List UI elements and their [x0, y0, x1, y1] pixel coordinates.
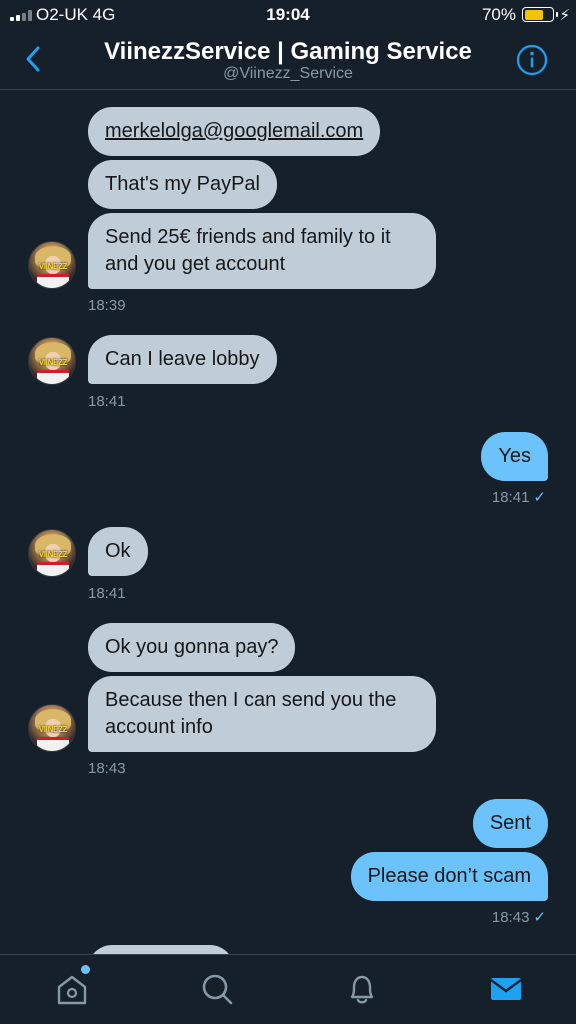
tab-home[interactable]	[52, 965, 92, 1009]
avatar-label: VIINEZZ	[38, 358, 68, 367]
tab-search[interactable]	[197, 969, 237, 1009]
email-link[interactable]: merkelolga@googlemail.com	[105, 120, 363, 142]
avatar-label: VIINEZZ	[38, 725, 68, 734]
conversation-title[interactable]: ViinezzService | Gaming Service	[0, 38, 576, 66]
message-bubble-outgoing[interactable]: Please don’t scam	[350, 852, 548, 901]
message-bubble-incoming[interactable]: Can I leave lobby	[88, 335, 277, 384]
avatar-label: VIINEZZ	[38, 550, 68, 559]
message-timestamp: 18:43	[88, 760, 126, 777]
read-check-icon: ✓	[533, 489, 546, 506]
message-bubble-incoming[interactable]: Send 25€ friends and family to it and yo…	[88, 213, 436, 289]
message-text: and you get account	[105, 253, 286, 275]
avatar[interactable]: VIINEZZ	[28, 529, 76, 577]
read-check-icon: ✓	[533, 909, 546, 926]
conversation-handle: @Viinezz_Service	[223, 65, 353, 82]
message-timestamp: 18:41	[88, 585, 126, 602]
bell-icon	[350, 975, 374, 1004]
avatar-label: VIINEZZ	[38, 262, 68, 271]
message-bubble-outgoing[interactable]: Yes	[481, 432, 548, 481]
home-icon	[57, 975, 87, 1005]
message-timestamp: 18:41	[88, 393, 126, 410]
notification-dot	[81, 965, 90, 974]
timestamp-text: 18:43	[491, 909, 530, 926]
message-bubble-incoming[interactable]: That's my PayPal	[88, 160, 277, 209]
message-timestamp: 18:41 ✓	[492, 488, 546, 506]
message-bubble-incoming[interactable]: Ok	[88, 527, 148, 576]
mail-icon	[490, 978, 522, 1000]
avatar[interactable]: VIINEZZ	[28, 704, 76, 752]
message-text: account info	[105, 716, 213, 738]
battery-percent: 70%	[481, 5, 516, 24]
message-bubble-incoming[interactable]: merkelolga@googlemail.com	[88, 107, 381, 156]
bottom-tab-bar	[0, 954, 576, 1024]
info-icon[interactable]	[516, 44, 548, 76]
message-timestamp: 18:43 ✓	[492, 908, 546, 926]
message-text: Because then I can send you the	[105, 689, 397, 711]
avatar[interactable]: VIINEZZ	[28, 241, 76, 289]
message-timestamp: 18:39	[88, 297, 126, 314]
message-text: Send 25€ friends and family to it	[105, 226, 391, 248]
search-icon	[202, 974, 233, 1005]
message-bubble-incoming[interactable]: Because then I can send you the account …	[88, 676, 436, 752]
tab-notifications[interactable]	[342, 969, 382, 1009]
message-bubble-outgoing[interactable]: Sent	[472, 799, 548, 848]
tab-messages[interactable]	[486, 969, 526, 1009]
battery-icon	[522, 7, 558, 22]
avatar[interactable]: VIINEZZ	[28, 337, 76, 385]
conversation-header: ViinezzService | Gaming Service @Viinezz…	[0, 30, 576, 90]
message-bubble-incoming[interactable]: Ok you gonna pay?	[88, 623, 296, 672]
status-bar: O2-UK 4G 19:04 70% ⚡	[0, 0, 576, 30]
charging-icon: ⚡	[559, 7, 570, 24]
timestamp-text: 18:41	[491, 489, 530, 506]
